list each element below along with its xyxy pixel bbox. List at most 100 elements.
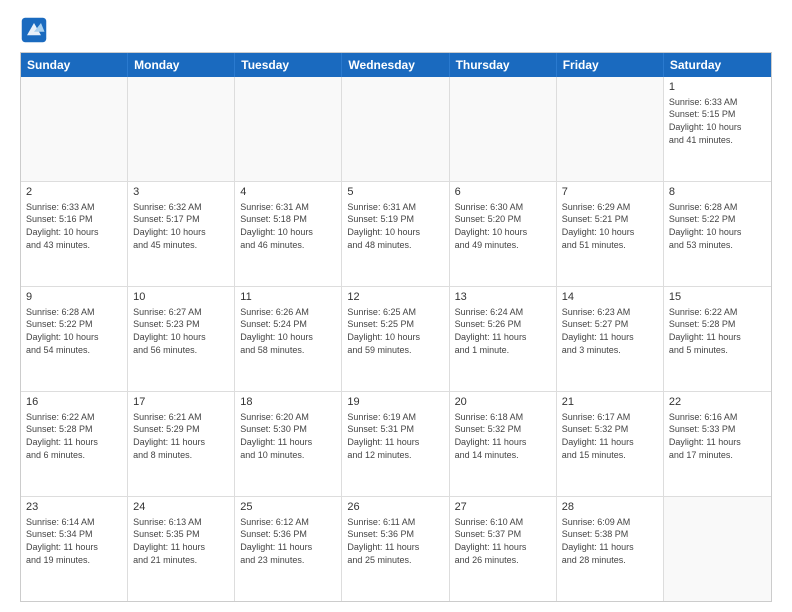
calendar-cell: 11Sunrise: 6:26 AM Sunset: 5:24 PM Dayli… (235, 287, 342, 391)
day-info: Sunrise: 6:29 AM Sunset: 5:21 PM Dayligh… (562, 201, 658, 251)
day-number: 25 (240, 500, 336, 515)
calendar-cell: 20Sunrise: 6:18 AM Sunset: 5:32 PM Dayli… (450, 392, 557, 496)
day-number: 16 (26, 395, 122, 410)
day-number: 26 (347, 500, 443, 515)
calendar-cell: 13Sunrise: 6:24 AM Sunset: 5:26 PM Dayli… (450, 287, 557, 391)
calendar-cell: 7Sunrise: 6:29 AM Sunset: 5:21 PM Daylig… (557, 182, 664, 286)
calendar-cell: 12Sunrise: 6:25 AM Sunset: 5:25 PM Dayli… (342, 287, 449, 391)
logo (20, 16, 52, 44)
day-info: Sunrise: 6:33 AM Sunset: 5:16 PM Dayligh… (26, 201, 122, 251)
calendar-cell (450, 77, 557, 181)
day-number: 13 (455, 290, 551, 305)
day-number: 24 (133, 500, 229, 515)
calendar-cell: 28Sunrise: 6:09 AM Sunset: 5:38 PM Dayli… (557, 497, 664, 601)
calendar-cell: 21Sunrise: 6:17 AM Sunset: 5:32 PM Dayli… (557, 392, 664, 496)
calendar-cell: 19Sunrise: 6:19 AM Sunset: 5:31 PM Dayli… (342, 392, 449, 496)
day-number: 4 (240, 185, 336, 200)
calendar-cell: 17Sunrise: 6:21 AM Sunset: 5:29 PM Dayli… (128, 392, 235, 496)
day-info: Sunrise: 6:30 AM Sunset: 5:20 PM Dayligh… (455, 201, 551, 251)
calendar-cell: 23Sunrise: 6:14 AM Sunset: 5:34 PM Dayli… (21, 497, 128, 601)
calendar-cell: 18Sunrise: 6:20 AM Sunset: 5:30 PM Dayli… (235, 392, 342, 496)
day-info: Sunrise: 6:13 AM Sunset: 5:35 PM Dayligh… (133, 516, 229, 566)
day-number: 11 (240, 290, 336, 305)
day-number: 12 (347, 290, 443, 305)
calendar-cell: 10Sunrise: 6:27 AM Sunset: 5:23 PM Dayli… (128, 287, 235, 391)
day-number: 23 (26, 500, 122, 515)
calendar-cell: 25Sunrise: 6:12 AM Sunset: 5:36 PM Dayli… (235, 497, 342, 601)
day-info: Sunrise: 6:14 AM Sunset: 5:34 PM Dayligh… (26, 516, 122, 566)
day-number: 5 (347, 185, 443, 200)
day-number: 10 (133, 290, 229, 305)
day-number: 22 (669, 395, 766, 410)
weekday-header: Wednesday (342, 53, 449, 77)
day-info: Sunrise: 6:10 AM Sunset: 5:37 PM Dayligh… (455, 516, 551, 566)
calendar-body: 1Sunrise: 6:33 AM Sunset: 5:15 PM Daylig… (21, 77, 771, 601)
weekday-header: Thursday (450, 53, 557, 77)
day-info: Sunrise: 6:16 AM Sunset: 5:33 PM Dayligh… (669, 411, 766, 461)
day-number: 8 (669, 185, 766, 200)
calendar-cell: 4Sunrise: 6:31 AM Sunset: 5:18 PM Daylig… (235, 182, 342, 286)
day-info: Sunrise: 6:11 AM Sunset: 5:36 PM Dayligh… (347, 516, 443, 566)
calendar-cell (557, 77, 664, 181)
day-info: Sunrise: 6:27 AM Sunset: 5:23 PM Dayligh… (133, 306, 229, 356)
day-number: 27 (455, 500, 551, 515)
day-info: Sunrise: 6:31 AM Sunset: 5:19 PM Dayligh… (347, 201, 443, 251)
calendar-row: 16Sunrise: 6:22 AM Sunset: 5:28 PM Dayli… (21, 391, 771, 496)
day-number: 14 (562, 290, 658, 305)
calendar-cell: 27Sunrise: 6:10 AM Sunset: 5:37 PM Dayli… (450, 497, 557, 601)
calendar-cell: 3Sunrise: 6:32 AM Sunset: 5:17 PM Daylig… (128, 182, 235, 286)
calendar-cell: 15Sunrise: 6:22 AM Sunset: 5:28 PM Dayli… (664, 287, 771, 391)
day-number: 19 (347, 395, 443, 410)
calendar-cell: 6Sunrise: 6:30 AM Sunset: 5:20 PM Daylig… (450, 182, 557, 286)
day-info: Sunrise: 6:26 AM Sunset: 5:24 PM Dayligh… (240, 306, 336, 356)
calendar-cell: 16Sunrise: 6:22 AM Sunset: 5:28 PM Dayli… (21, 392, 128, 496)
calendar-cell: 1Sunrise: 6:33 AM Sunset: 5:15 PM Daylig… (664, 77, 771, 181)
day-number: 17 (133, 395, 229, 410)
weekday-header: Friday (557, 53, 664, 77)
day-info: Sunrise: 6:18 AM Sunset: 5:32 PM Dayligh… (455, 411, 551, 461)
calendar-cell: 22Sunrise: 6:16 AM Sunset: 5:33 PM Dayli… (664, 392, 771, 496)
calendar-cell: 9Sunrise: 6:28 AM Sunset: 5:22 PM Daylig… (21, 287, 128, 391)
calendar-cell: 26Sunrise: 6:11 AM Sunset: 5:36 PM Dayli… (342, 497, 449, 601)
day-number: 21 (562, 395, 658, 410)
weekday-header: Monday (128, 53, 235, 77)
header (20, 16, 772, 44)
day-info: Sunrise: 6:20 AM Sunset: 5:30 PM Dayligh… (240, 411, 336, 461)
day-info: Sunrise: 6:28 AM Sunset: 5:22 PM Dayligh… (26, 306, 122, 356)
day-info: Sunrise: 6:32 AM Sunset: 5:17 PM Dayligh… (133, 201, 229, 251)
logo-icon (20, 16, 48, 44)
calendar-cell (128, 77, 235, 181)
calendar-row: 2Sunrise: 6:33 AM Sunset: 5:16 PM Daylig… (21, 181, 771, 286)
day-number: 18 (240, 395, 336, 410)
calendar-cell (21, 77, 128, 181)
day-info: Sunrise: 6:24 AM Sunset: 5:26 PM Dayligh… (455, 306, 551, 356)
day-number: 15 (669, 290, 766, 305)
day-info: Sunrise: 6:31 AM Sunset: 5:18 PM Dayligh… (240, 201, 336, 251)
day-info: Sunrise: 6:25 AM Sunset: 5:25 PM Dayligh… (347, 306, 443, 356)
day-number: 3 (133, 185, 229, 200)
page: SundayMondayTuesdayWednesdayThursdayFrid… (0, 0, 792, 612)
day-info: Sunrise: 6:19 AM Sunset: 5:31 PM Dayligh… (347, 411, 443, 461)
day-number: 1 (669, 80, 766, 95)
calendar-cell (235, 77, 342, 181)
day-info: Sunrise: 6:23 AM Sunset: 5:27 PM Dayligh… (562, 306, 658, 356)
day-info: Sunrise: 6:22 AM Sunset: 5:28 PM Dayligh… (26, 411, 122, 461)
calendar-cell (342, 77, 449, 181)
day-info: Sunrise: 6:22 AM Sunset: 5:28 PM Dayligh… (669, 306, 766, 356)
day-info: Sunrise: 6:09 AM Sunset: 5:38 PM Dayligh… (562, 516, 658, 566)
day-number: 7 (562, 185, 658, 200)
day-number: 9 (26, 290, 122, 305)
calendar-cell (664, 497, 771, 601)
day-info: Sunrise: 6:17 AM Sunset: 5:32 PM Dayligh… (562, 411, 658, 461)
day-info: Sunrise: 6:28 AM Sunset: 5:22 PM Dayligh… (669, 201, 766, 251)
calendar-cell: 24Sunrise: 6:13 AM Sunset: 5:35 PM Dayli… (128, 497, 235, 601)
calendar-header: SundayMondayTuesdayWednesdayThursdayFrid… (21, 53, 771, 77)
weekday-header: Saturday (664, 53, 771, 77)
day-info: Sunrise: 6:12 AM Sunset: 5:36 PM Dayligh… (240, 516, 336, 566)
calendar-cell: 2Sunrise: 6:33 AM Sunset: 5:16 PM Daylig… (21, 182, 128, 286)
day-info: Sunrise: 6:21 AM Sunset: 5:29 PM Dayligh… (133, 411, 229, 461)
weekday-header: Tuesday (235, 53, 342, 77)
day-number: 2 (26, 185, 122, 200)
day-number: 20 (455, 395, 551, 410)
calendar-cell: 5Sunrise: 6:31 AM Sunset: 5:19 PM Daylig… (342, 182, 449, 286)
